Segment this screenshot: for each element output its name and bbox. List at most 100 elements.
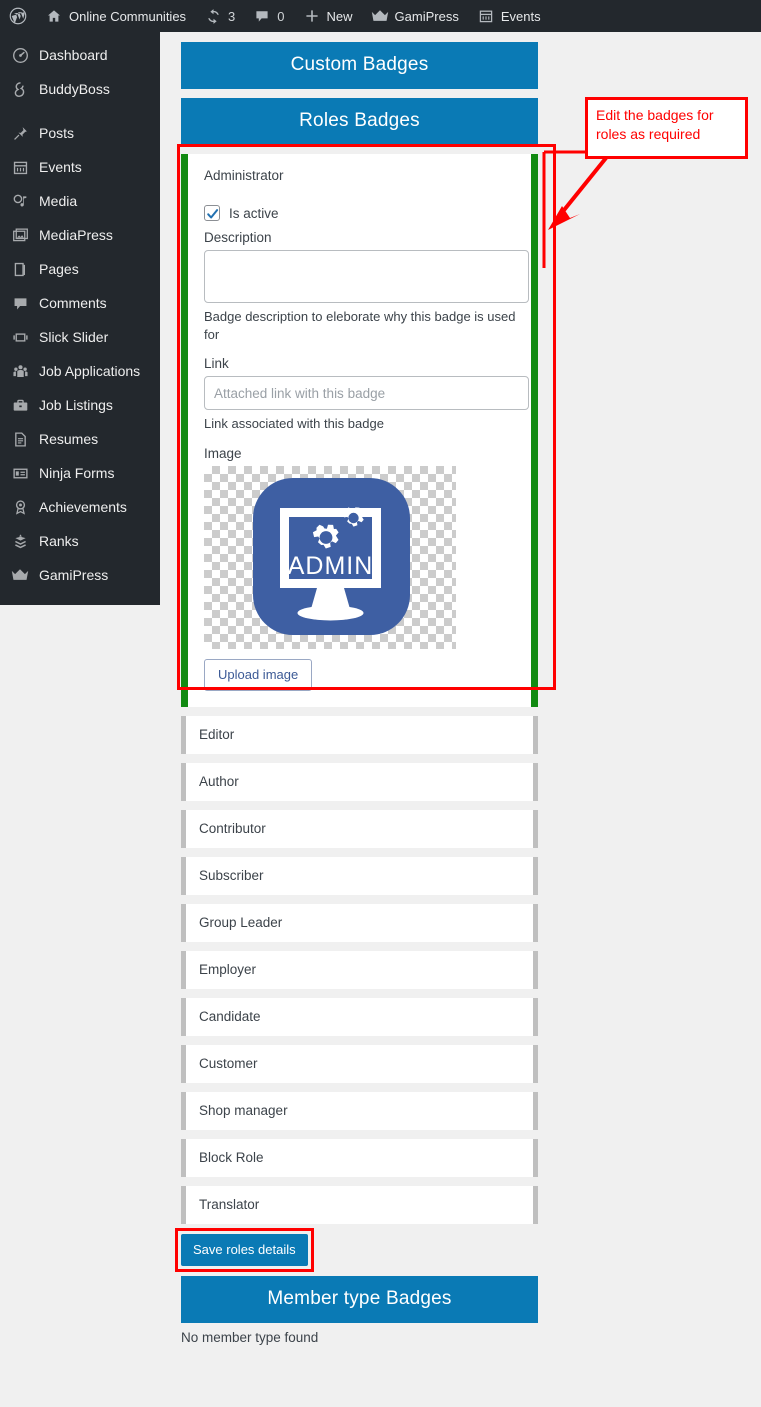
document-icon (10, 429, 30, 449)
sidebar-item-media[interactable]: Media (0, 184, 160, 218)
description-textarea[interactable] (204, 250, 529, 303)
is-active-label: Is active (229, 206, 279, 221)
sidebar-item-mediapress[interactable]: MediaPress (0, 218, 160, 252)
pin-icon (10, 123, 30, 143)
role-row-author[interactable]: Author (181, 763, 538, 801)
role-row-label: Contributor (199, 821, 266, 836)
media-icon (10, 191, 30, 211)
adminbar-events-label: Events (501, 9, 541, 24)
adminbar-wordpress-logo[interactable] (0, 0, 36, 32)
sidebar-item-job-applications[interactable]: Job Applications (0, 354, 160, 388)
adminbar-gamipress[interactable]: GamiPress (362, 0, 468, 32)
sidebar-item-achievements[interactable]: Achievements (0, 490, 160, 524)
home-icon (45, 7, 63, 25)
roles-badges-heading[interactable]: Roles Badges (181, 98, 538, 145)
mediapress-icon (10, 225, 30, 245)
adminbar-comments[interactable]: 0 (244, 0, 293, 32)
is-active-checkbox[interactable] (204, 205, 220, 221)
save-roles-button[interactable]: Save roles details (181, 1234, 308, 1266)
sidebar-item-label: Dashboard (39, 48, 108, 62)
wp-admin-bar: Online Communities 3 0 New GamiPress (0, 0, 761, 32)
upload-image-button[interactable]: Upload image (204, 659, 312, 691)
sidebar-item-label: Job Applications (39, 364, 140, 378)
sidebar-item-label: Events (39, 160, 82, 174)
ranks-icon (10, 531, 30, 551)
adminbar-new[interactable]: New (294, 0, 362, 32)
admin-sidebar: Dashboard BuddyBoss Posts Events M (0, 32, 160, 605)
form-icon (10, 463, 30, 483)
sidebar-item-ranks[interactable]: Ranks (0, 524, 160, 558)
sidebar-item-dashboard[interactable]: Dashboard (0, 38, 160, 72)
role-row-label: Group Leader (199, 915, 282, 930)
role-row-label: Author (199, 774, 239, 789)
check-icon (206, 207, 220, 221)
sidebar-item-slick-slider[interactable]: Slick Slider (0, 320, 160, 354)
is-active-row[interactable]: Is active (204, 205, 517, 221)
pages-icon (10, 259, 30, 279)
role-row-label: Employer (199, 962, 256, 977)
sidebar-item-label: Posts (39, 126, 74, 140)
role-row-customer[interactable]: Customer (181, 1045, 538, 1083)
link-helper-text: Link associated with this badge (204, 415, 517, 433)
role-row-translator[interactable]: Translator (181, 1186, 538, 1224)
description-helper-text: Badge description to eleborate why this … (204, 308, 517, 343)
groups-icon (10, 361, 30, 381)
sidebar-item-buddyboss[interactable]: BuddyBoss (0, 72, 160, 106)
role-row-group-leader[interactable]: Group Leader (181, 904, 538, 942)
role-row-label: Candidate (199, 1009, 261, 1024)
adminbar-updates-count: 3 (228, 9, 235, 24)
slider-icon (10, 327, 30, 347)
sidebar-item-resumes[interactable]: Resumes (0, 422, 160, 456)
role-row-candidate[interactable]: Candidate (181, 998, 538, 1036)
role-row-label: Subscriber (199, 868, 264, 883)
sidebar-item-job-listings[interactable]: Job Listings (0, 388, 160, 422)
sidebar-item-events[interactable]: Events (0, 150, 160, 184)
sidebar-item-label: BuddyBoss (39, 82, 110, 96)
role-panel-title: Administrator (204, 168, 517, 183)
image-label: Image (204, 446, 517, 461)
admin-badge-icon: ADMIN (239, 466, 422, 649)
save-roles-wrapper: Save roles details (181, 1234, 308, 1266)
role-row-contributor[interactable]: Contributor (181, 810, 538, 848)
role-row-label: Translator (199, 1197, 259, 1212)
badge-image-preview: ADMIN (204, 466, 456, 649)
wordpress-logo-icon (9, 7, 27, 25)
description-label: Description (204, 230, 517, 245)
sidebar-item-posts[interactable]: Posts (0, 116, 160, 150)
member-type-badges-heading[interactable]: Member type Badges (181, 1276, 538, 1323)
role-row-block-role[interactable]: Block Role (181, 1139, 538, 1177)
crown-icon (10, 565, 30, 585)
link-label: Link (204, 356, 517, 371)
sidebar-item-ninja-forms[interactable]: Ninja Forms (0, 456, 160, 490)
role-row-shop-manager[interactable]: Shop manager (181, 1092, 538, 1130)
sidebar-item-label: Media (39, 194, 77, 208)
sidebar-item-comments[interactable]: Comments (0, 286, 160, 320)
adminbar-site-name-label: Online Communities (69, 9, 186, 24)
role-row-editor[interactable]: Editor (181, 716, 538, 754)
briefcase-icon (10, 395, 30, 415)
link-input[interactable] (204, 376, 529, 410)
sidebar-item-label: Pages (39, 262, 79, 276)
custom-badges-heading[interactable]: Custom Badges (181, 42, 538, 89)
buddyboss-icon (10, 79, 30, 99)
adminbar-new-label: New (327, 9, 353, 24)
comment-icon (253, 7, 271, 25)
sidebar-item-gamipress[interactable]: GamiPress (0, 558, 160, 592)
svg-text:ADMIN: ADMIN (287, 552, 373, 580)
sidebar-item-label: Achievements (39, 500, 127, 514)
sidebar-item-label: MediaPress (39, 228, 113, 242)
sidebar-item-pages[interactable]: Pages (0, 252, 160, 286)
adminbar-site-name[interactable]: Online Communities (36, 0, 195, 32)
updates-icon (204, 7, 222, 25)
comment-icon (10, 293, 30, 313)
calendar-icon (477, 7, 495, 25)
sidebar-item-label: Job Listings (39, 398, 113, 412)
calendar-icon (10, 157, 30, 177)
adminbar-updates[interactable]: 3 (195, 0, 244, 32)
role-row-employer[interactable]: Employer (181, 951, 538, 989)
role-row-label: Editor (199, 727, 234, 742)
sidebar-item-label: Ranks (39, 534, 79, 548)
adminbar-comments-count: 0 (277, 9, 284, 24)
role-row-subscriber[interactable]: Subscriber (181, 857, 538, 895)
adminbar-events[interactable]: Events (468, 0, 550, 32)
